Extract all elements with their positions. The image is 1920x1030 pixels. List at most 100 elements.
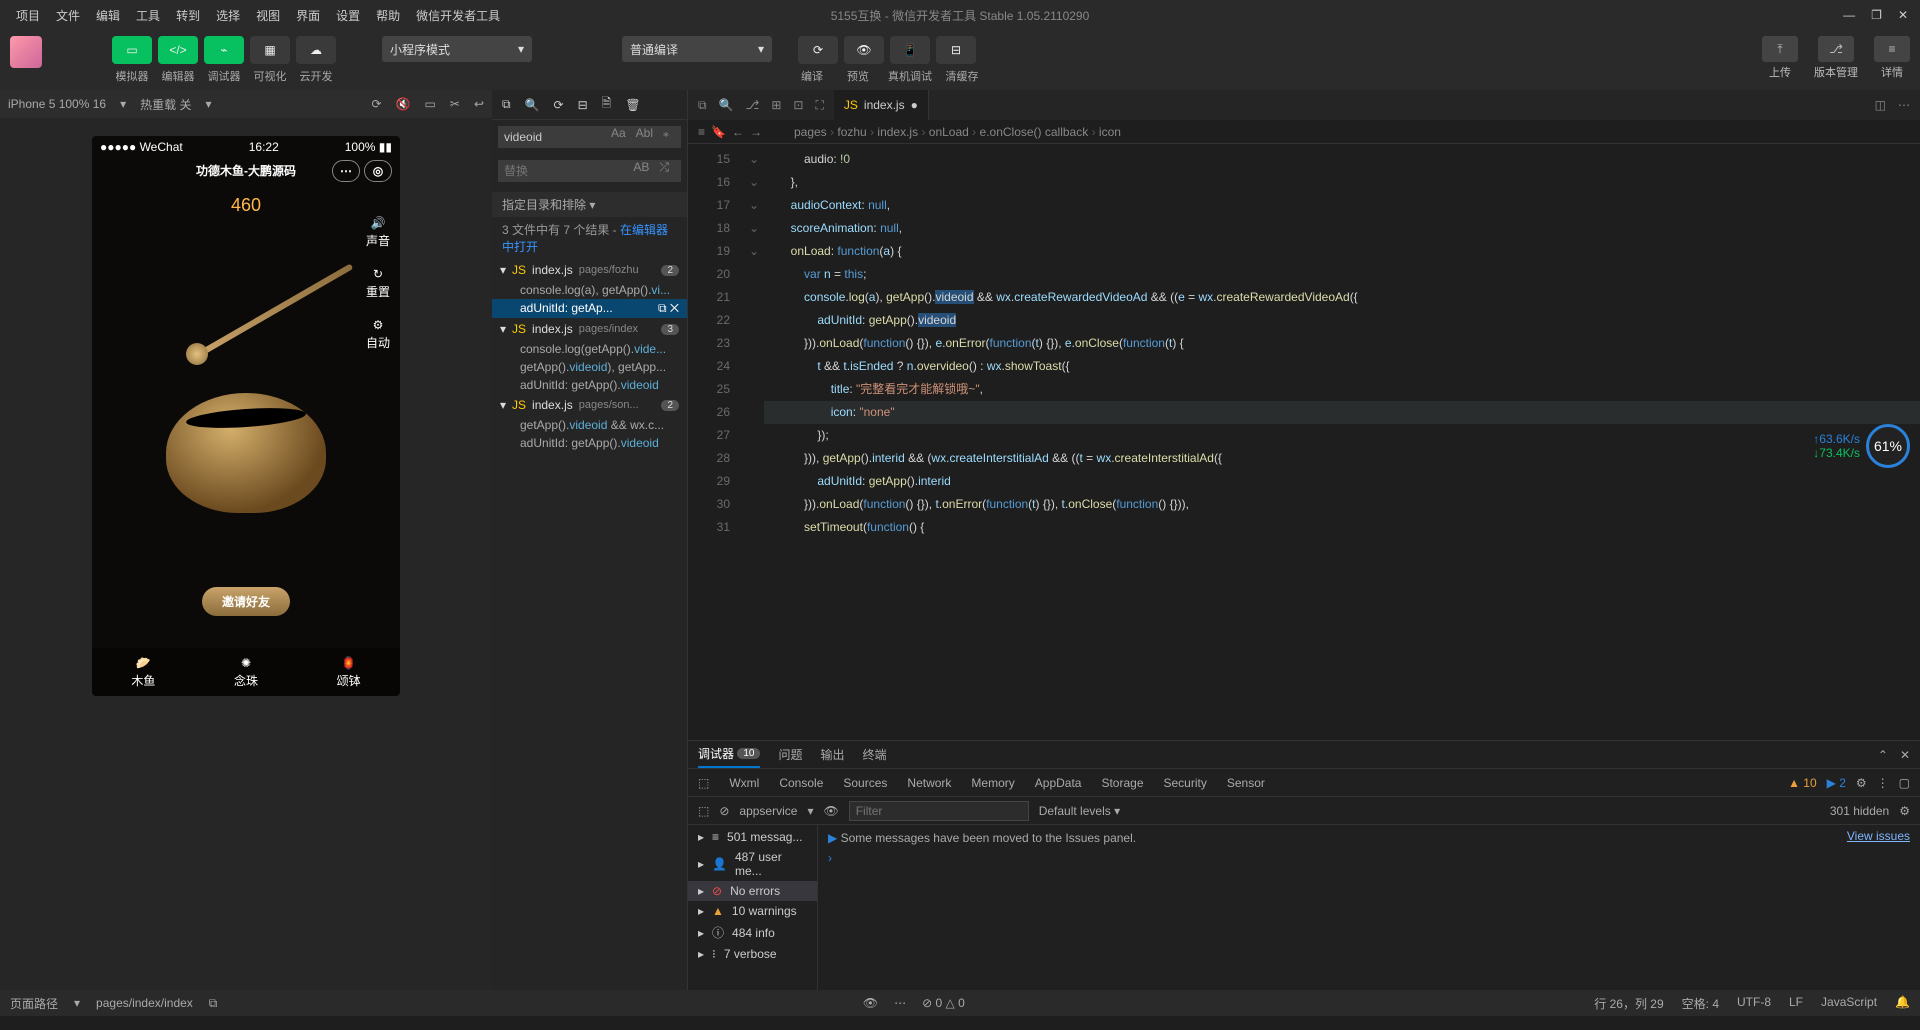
crumb[interactable]: icon xyxy=(1099,125,1121,139)
back-icon[interactable]: ← xyxy=(732,125,744,139)
gear-icon[interactable]: ⚙ xyxy=(1856,776,1867,790)
more-icon[interactable]: ⋯ xyxy=(894,996,906,1010)
menu-微信开发者工具[interactable]: 微信开发者工具 xyxy=(408,9,508,23)
dt-tab-Wxml[interactable]: Wxml xyxy=(729,776,759,790)
dt-tab-Storage[interactable]: Storage xyxy=(1101,776,1143,790)
cut-icon[interactable]: ✂ xyxy=(450,97,460,111)
eye-icon[interactable]: 👁 xyxy=(863,996,878,1010)
remote-debug-button[interactable]: 📱 xyxy=(890,36,930,64)
upload-button[interactable]: ⤒上传 xyxy=(1762,36,1798,80)
console-filter-row[interactable]: ▸≡501 messag... xyxy=(688,827,817,847)
console-filter-row[interactable]: ▸⁝7 verbose xyxy=(688,944,817,964)
dt-tab-Sources[interactable]: Sources xyxy=(843,776,887,790)
branch-icon[interactable]: ⎇ xyxy=(746,98,760,113)
tab-念珠[interactable]: ✺念珠 xyxy=(195,656,298,689)
more-icon[interactable]: ⋮ xyxy=(1877,776,1889,790)
capsule-close-icon[interactable]: ◎ xyxy=(364,160,392,182)
filter-input[interactable] xyxy=(849,801,1029,821)
word-icon[interactable]: Abl xyxy=(636,126,653,140)
tab-debugger[interactable]: 调试器 10 xyxy=(698,741,760,768)
invite-button[interactable]: 邀请好友 xyxy=(202,587,290,616)
search-file[interactable]: ▾ JS index.js pages/son...2 xyxy=(492,394,687,416)
reload-select[interactable]: 热重载 关 xyxy=(140,96,191,113)
refresh-icon[interactable]: ⟳ xyxy=(372,97,382,111)
side-声音[interactable]: 🔊声音 xyxy=(366,216,390,249)
avatar[interactable] xyxy=(10,36,42,68)
menu-项目[interactable]: 项目 xyxy=(8,9,48,23)
page-path[interactable]: pages/index/index xyxy=(96,996,193,1010)
menu-界面[interactable]: 界面 xyxy=(288,9,328,23)
gear-icon[interactable]: ⚙ xyxy=(1899,804,1910,818)
fwd-icon[interactable]: → xyxy=(750,125,762,139)
crumb[interactable]: index.js xyxy=(877,125,918,139)
clear-icon[interactable]: ⊘ xyxy=(719,804,729,818)
plugin-icon[interactable]: ⊡ xyxy=(793,98,803,113)
regex-icon[interactable]: ⁎ xyxy=(663,126,669,140)
levels-select[interactable]: Default levels ▾ xyxy=(1039,804,1120,818)
console-filter-row[interactable]: ▸▲10 warnings xyxy=(688,901,817,921)
mute-icon[interactable]: 🔇 xyxy=(396,97,411,111)
context-select[interactable]: appservice xyxy=(739,804,797,818)
new-file-icon[interactable]: 🗎 xyxy=(602,94,612,115)
cloud-button[interactable]: ☁ xyxy=(296,36,336,64)
replace-all-icon[interactable]: ⤮ xyxy=(659,160,669,175)
crumb[interactable]: e.onClose() callback xyxy=(980,125,1089,139)
wooden-fish[interactable] xyxy=(156,363,336,513)
compile-button[interactable]: ⟳ xyxy=(798,36,838,64)
phone-preview[interactable]: ●●●●● WeChat16:22100% ▮▮ 功德木鱼-大鹏源码 ⋯◎ 46… xyxy=(92,136,400,696)
rotate-icon[interactable]: ▭ xyxy=(425,97,436,111)
close-icon[interactable]: ✕ xyxy=(1898,8,1908,22)
dock-icon[interactable]: ▢ xyxy=(1899,776,1910,790)
preview-button[interactable]: 👁 xyxy=(844,36,884,64)
inspect-icon[interactable]: ⬚ xyxy=(698,804,709,818)
problems-count[interactable]: ⊘ 0 △ 0 xyxy=(922,996,965,1010)
console-filter-row[interactable]: ▸⊘No errors xyxy=(688,881,817,901)
view-issues-link[interactable]: View issues xyxy=(1847,829,1910,843)
search-icon[interactable]: 🔍 xyxy=(525,98,540,112)
dt-tab-Console[interactable]: Console xyxy=(779,776,823,790)
clear-cache-button[interactable]: ⊟ xyxy=(936,36,976,64)
dt-tab-Sensor[interactable]: Sensor xyxy=(1227,776,1265,790)
search-match[interactable]: getApp().videoid), getApp... xyxy=(492,358,687,376)
search-match[interactable]: adUnitId: getApp().videoid xyxy=(492,434,687,452)
fold-column[interactable]: ⌄⌄⌄⌄⌄ xyxy=(744,144,764,740)
device-select[interactable]: iPhone 5 100% 16 xyxy=(8,97,106,111)
refresh-icon[interactable]: ⟳ xyxy=(554,98,564,112)
search-file[interactable]: ▾ JS index.js pages/index3 xyxy=(492,318,687,340)
maximize-icon[interactable]: ❐ xyxy=(1871,8,1882,22)
case-icon[interactable]: Aa xyxy=(611,126,626,140)
search-icon[interactable]: 🔍 xyxy=(719,98,734,113)
eye-icon[interactable]: 👁 xyxy=(823,804,838,818)
crumb[interactable]: onLoad xyxy=(929,125,969,139)
editor-button[interactable]: </> xyxy=(158,36,198,64)
menu-编辑[interactable]: 编辑 xyxy=(88,9,128,23)
ext-icon[interactable]: ⊞ xyxy=(771,98,781,113)
menu-帮助[interactable]: 帮助 xyxy=(368,9,408,23)
close-icon[interactable]: ✕ xyxy=(1900,748,1910,762)
console-filter-row[interactable]: ▸👤487 user me... xyxy=(688,847,817,881)
simulator-button[interactable]: ▭ xyxy=(112,36,152,64)
back-icon[interactable]: ↩ xyxy=(474,97,484,111)
search-match[interactable]: getApp().videoid && wx.c... xyxy=(492,416,687,434)
version-button[interactable]: ⎇版本管理 xyxy=(1814,36,1858,80)
side-重置[interactable]: ↻重置 xyxy=(366,267,390,300)
eol[interactable]: LF xyxy=(1789,995,1803,1012)
crumb[interactable]: pages xyxy=(794,125,827,139)
menu-选择[interactable]: 选择 xyxy=(208,9,248,23)
search-file[interactable]: ▾ JS index.js pages/fozhu2 xyxy=(492,259,687,281)
language[interactable]: JavaScript xyxy=(1821,995,1877,1012)
collapse-icon[interactable]: ⊟ xyxy=(578,98,588,112)
split-icon[interactable]: ◫ xyxy=(1875,98,1886,112)
search-match[interactable]: console.log(getApp().vide... xyxy=(492,340,687,358)
dt-tab-Memory[interactable]: Memory xyxy=(971,776,1014,790)
encoding[interactable]: UTF-8 xyxy=(1737,995,1771,1012)
warn-badge[interactable]: ▲ 10 xyxy=(1788,776,1817,790)
more-icon[interactable]: ⋯ xyxy=(1898,98,1910,112)
cursor-pos[interactable]: 行 26，列 29 xyxy=(1594,995,1663,1012)
list-icon[interactable]: ≡ xyxy=(698,125,705,139)
code-area[interactable]: audio: !0 }, audioContext: null, scoreAn… xyxy=(764,144,1920,740)
console-filter-row[interactable]: ▸ⓘ484 info xyxy=(688,921,817,944)
bookmark-icon[interactable]: 🔖 xyxy=(711,125,726,139)
preserve-case-icon[interactable]: AB xyxy=(633,160,649,175)
menu-转到[interactable]: 转到 xyxy=(168,9,208,23)
